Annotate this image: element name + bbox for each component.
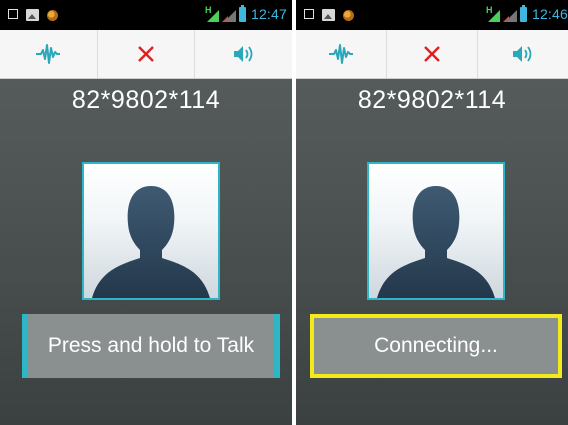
end-call-button[interactable]: [387, 30, 478, 78]
phone-screen-left: H 12:47 82*9802*114 Press and hold to Ta…: [0, 0, 292, 425]
gallery-icon: [26, 9, 39, 21]
person-silhouette-icon: [92, 186, 210, 298]
contact-avatar: [82, 162, 220, 300]
person-silhouette-icon: [377, 186, 495, 298]
notification-square-icon: [8, 9, 18, 19]
status-right-group: H 12:47: [205, 4, 287, 22]
press-to-talk-button[interactable]: Press and hold to Talk: [22, 314, 280, 378]
waveform-icon: [36, 44, 61, 64]
battery-icon: [238, 4, 246, 22]
connecting-status-button[interactable]: Connecting...: [310, 314, 562, 378]
close-icon: [424, 46, 440, 62]
call-toolbar: [296, 30, 568, 79]
app-notification-icon: [343, 10, 354, 21]
signal-strength-icon: [502, 6, 517, 22]
gallery-icon: [322, 9, 335, 21]
signal-strength-icon: [221, 6, 236, 22]
end-call-button[interactable]: [98, 30, 196, 78]
speaker-icon: [233, 46, 253, 62]
speaker-button[interactable]: [478, 30, 568, 78]
voice-activity-button[interactable]: [0, 30, 98, 78]
waveform-icon: [329, 44, 353, 64]
speaker-icon: [513, 46, 532, 62]
app-notification-icon: [47, 10, 58, 21]
call-toolbar: [0, 30, 292, 79]
notification-square-icon: [304, 9, 314, 19]
status-bar: H 12:47: [0, 0, 292, 30]
status-time: 12:46: [531, 6, 568, 22]
network-h-signal-icon: H: [486, 6, 500, 22]
phone-screen-right: H 12:46 82*9802*114 Connecting...: [296, 0, 568, 425]
status-bar: H 12:46: [296, 0, 568, 30]
phone-number: 82*9802*114: [357, 86, 507, 114]
phone-number: 82*9802*114: [71, 86, 221, 114]
speaker-button[interactable]: [195, 30, 292, 78]
close-icon: [138, 46, 154, 62]
battery-icon: [519, 4, 527, 22]
contact-avatar: [367, 162, 505, 300]
network-h-signal-icon: H: [205, 6, 219, 22]
status-time: 12:47: [250, 6, 287, 22]
status-right-group: H 12:46: [486, 4, 568, 22]
voice-activity-button[interactable]: [296, 30, 387, 78]
